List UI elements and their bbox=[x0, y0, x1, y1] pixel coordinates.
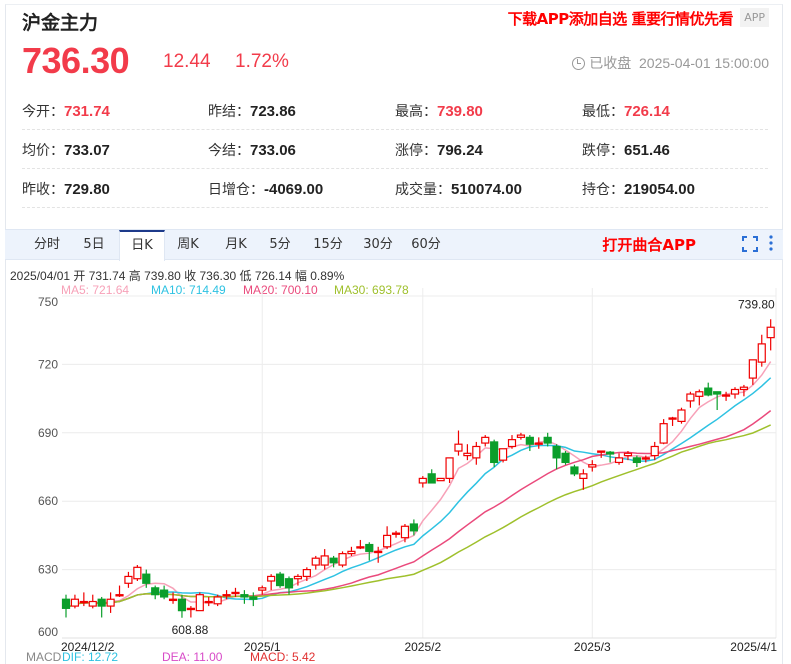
y-tick-label: 750 bbox=[38, 295, 58, 309]
candle-body bbox=[632, 457, 641, 464]
candle-body bbox=[418, 477, 427, 484]
candle-body bbox=[88, 600, 97, 607]
macd-legend-item: DEA: 11.00 bbox=[162, 650, 223, 664]
candle-body bbox=[195, 594, 204, 612]
y-tick-label: 630 bbox=[38, 563, 58, 577]
candle-body bbox=[97, 598, 106, 607]
candle-body bbox=[61, 598, 71, 609]
candle-body bbox=[222, 594, 231, 597]
candle-body bbox=[383, 534, 392, 548]
candle-body bbox=[168, 598, 178, 602]
candle-body bbox=[516, 434, 526, 438]
y-tick-label: 660 bbox=[38, 494, 58, 508]
candle-body bbox=[766, 326, 775, 339]
candle-body bbox=[70, 598, 80, 607]
candle-body bbox=[231, 591, 240, 595]
y-tick-label: 600 bbox=[38, 625, 58, 639]
candle-body bbox=[713, 391, 722, 395]
candle-body bbox=[748, 359, 757, 379]
candle-body bbox=[284, 578, 294, 589]
y-tick-label: 720 bbox=[38, 357, 58, 371]
candle-body bbox=[160, 589, 169, 598]
candle-body bbox=[579, 473, 588, 479]
candle-body bbox=[204, 600, 213, 604]
y-tick-label: 690 bbox=[38, 426, 58, 440]
candle-body bbox=[695, 391, 704, 397]
candle-body bbox=[739, 386, 749, 391]
candle-body bbox=[730, 388, 740, 395]
macd-legend-item: MACD bbox=[26, 650, 62, 664]
candle-body bbox=[686, 393, 695, 402]
candle-body bbox=[391, 532, 401, 535]
candle-body bbox=[436, 477, 445, 482]
x-tick-label: 2025/4/1 bbox=[730, 640, 777, 654]
candle-body bbox=[115, 594, 124, 597]
candle-body bbox=[490, 441, 499, 464]
candle-body bbox=[454, 443, 463, 452]
candle-body bbox=[186, 607, 195, 611]
candle-body bbox=[650, 445, 659, 457]
candle-body bbox=[400, 525, 410, 539]
candle-body bbox=[240, 594, 249, 598]
candle-body bbox=[347, 550, 356, 555]
candle-body bbox=[588, 464, 597, 468]
candle-body bbox=[597, 450, 606, 453]
kline-chart[interactable]: 7507206906606306002024/12/2 2025/1 2025/2 2… bbox=[0, 0, 791, 657]
candle-body bbox=[534, 442, 543, 445]
candle-body bbox=[409, 523, 418, 532]
candle-body bbox=[177, 598, 187, 612]
candle-body bbox=[249, 596, 258, 600]
candle-body bbox=[106, 598, 115, 607]
candle-body bbox=[320, 555, 329, 566]
candle-body bbox=[463, 452, 472, 457]
candle-body bbox=[570, 466, 579, 475]
max-price-label: 739.80 bbox=[738, 297, 775, 311]
candle-body bbox=[757, 343, 766, 363]
candle-body bbox=[329, 557, 338, 564]
candle-body bbox=[356, 546, 365, 549]
candle-body bbox=[151, 587, 160, 596]
candle-body bbox=[614, 457, 624, 464]
candle-body bbox=[133, 566, 142, 580]
candle-body bbox=[525, 436, 534, 445]
x-tick-label: 2025/2 bbox=[404, 640, 441, 654]
candle-body bbox=[365, 543, 374, 552]
candle-body bbox=[427, 473, 436, 484]
candle-body bbox=[142, 573, 151, 584]
candle-body bbox=[275, 573, 285, 587]
candle-body bbox=[293, 575, 303, 580]
candle-body bbox=[507, 439, 517, 448]
candle-body bbox=[258, 587, 267, 591]
macd-legend-item: DIF: 12.72 bbox=[62, 650, 119, 664]
candle-body bbox=[606, 451, 615, 455]
x-tick-label: 2025/3 bbox=[574, 640, 611, 654]
candle-body bbox=[623, 452, 633, 457]
candle-body bbox=[124, 575, 133, 584]
candle-body bbox=[561, 452, 570, 464]
macd-legend-item: MACD: 5.42 bbox=[250, 650, 316, 664]
candle-body bbox=[668, 417, 677, 420]
min-price-label: 608.88 bbox=[172, 623, 209, 637]
candle-body bbox=[498, 448, 508, 461]
ma10-line bbox=[65, 377, 772, 610]
candle-body bbox=[374, 550, 383, 554]
candle-body bbox=[302, 568, 311, 578]
candle-body bbox=[445, 457, 454, 480]
candle-body bbox=[641, 457, 650, 460]
candle-body bbox=[677, 409, 686, 422]
candle-body bbox=[472, 445, 481, 459]
candle-body bbox=[659, 423, 668, 444]
candle-body bbox=[481, 436, 490, 444]
candle-body bbox=[338, 553, 347, 566]
candle-body bbox=[213, 596, 222, 605]
candle-body bbox=[552, 445, 561, 459]
ma5-line bbox=[65, 361, 772, 610]
candle-body bbox=[721, 394, 731, 397]
candle-body bbox=[79, 600, 88, 604]
candle-body bbox=[543, 436, 552, 444]
candle-body bbox=[311, 557, 320, 566]
candle-body bbox=[267, 575, 276, 582]
candle-body bbox=[704, 387, 713, 396]
